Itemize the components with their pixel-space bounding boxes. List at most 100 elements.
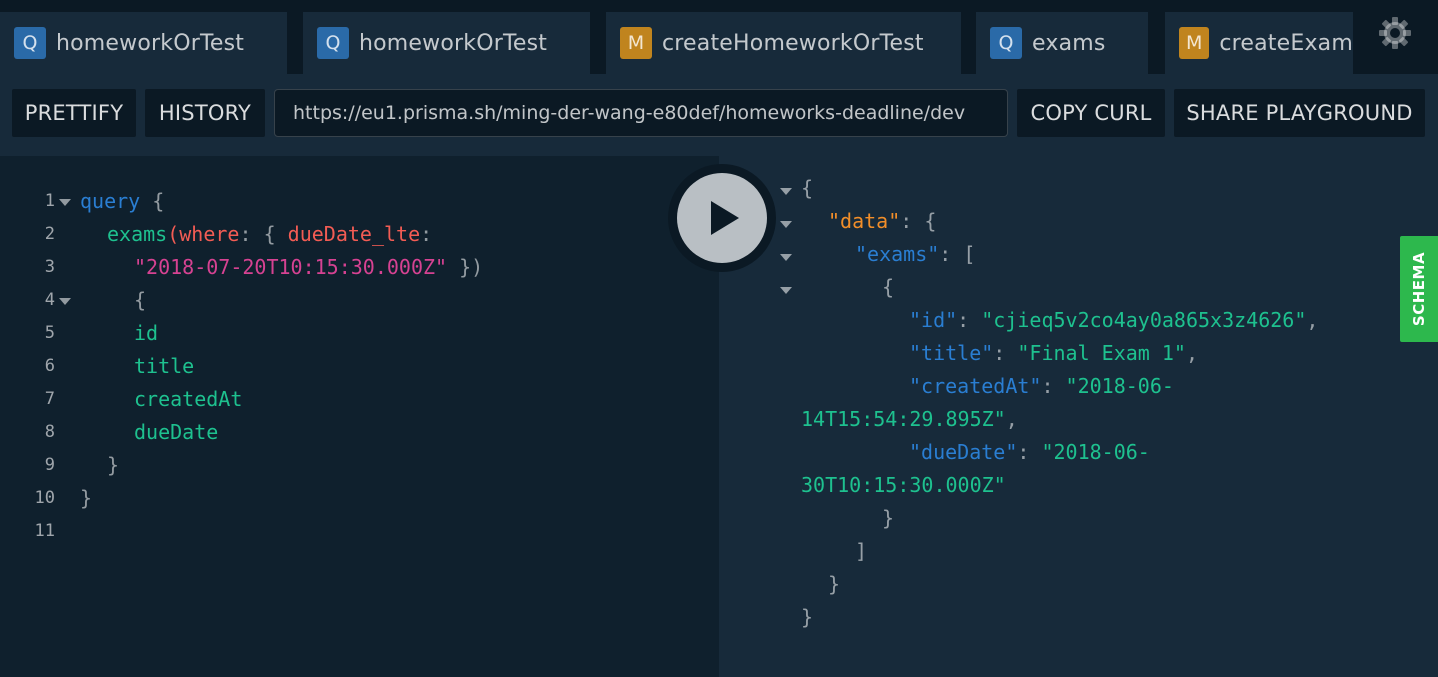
punctuation: :	[1041, 374, 1066, 398]
copy-curl-button[interactable]: COPY CURL	[1017, 89, 1165, 137]
history-button[interactable]: HISTORY	[145, 89, 265, 137]
punctuation: :	[1017, 440, 1042, 464]
string-value: "2018-07-20T10:15:30.000Z"	[134, 255, 448, 279]
fold-arrow-icon[interactable]	[59, 298, 71, 305]
tab-bar: Q homeworkOrTest Q homeworkOrTest M crea…	[0, 0, 1438, 74]
json-brace: {	[801, 176, 814, 200]
line-number: 2	[44, 224, 55, 244]
field-title: title	[134, 354, 195, 378]
line-number: 1	[44, 191, 55, 211]
tab-label: exams	[1032, 30, 1106, 56]
json-key-title: "title"	[909, 341, 994, 365]
json-line-duedate: "dueDate": "2018-06-	[909, 440, 1150, 464]
json-key-id: "id"	[909, 308, 958, 332]
line-number: 9	[44, 455, 55, 475]
code-line: "2018-07-20T10:15:30.000Z" })	[134, 255, 483, 279]
schema-tab[interactable]: SCHEMA	[1400, 236, 1438, 342]
prettify-button[interactable]: PRETTIFY	[12, 89, 136, 137]
tab-homeworkortest-2[interactable]: Q homeworkOrTest	[303, 12, 590, 74]
json-value-duedate: 30T10:15:30.000Z"	[801, 473, 1006, 497]
line-number: 11	[34, 521, 55, 541]
tab-createexam[interactable]: M createExam	[1165, 12, 1353, 74]
field-id: id	[134, 321, 159, 345]
argument-where: where	[179, 222, 240, 246]
fold-arrow-icon[interactable]	[780, 221, 792, 228]
punctuation: :	[993, 341, 1018, 365]
fold-arrow-icon[interactable]	[780, 188, 792, 195]
brace: {	[134, 288, 147, 312]
json-line-duedate-wrap: 30T10:15:30.000Z"	[801, 473, 1006, 497]
json-brace: }	[801, 605, 814, 629]
schema-label: SCHEMA	[1410, 251, 1428, 327]
run-query-button[interactable]	[668, 164, 776, 272]
line-number: 3	[44, 257, 55, 277]
json-brace: }	[882, 506, 895, 530]
code-line: exams(where: { dueDate_lte:	[107, 222, 432, 246]
punctuation: ,	[1185, 341, 1199, 365]
tab-label: createExam	[1219, 30, 1353, 56]
line-number: 7	[44, 389, 55, 409]
tab-label: homeworkOrTest	[359, 30, 548, 56]
json-key-exams: "exams"	[855, 242, 940, 266]
punctuation: : [	[939, 242, 976, 266]
punctuation: :	[420, 222, 433, 246]
tab-label: homeworkOrTest	[56, 30, 245, 56]
json-line-data: "data": {	[828, 209, 936, 233]
query-editor[interactable]: 1 2 3 4 5 6 7 8 9 10 11 query { exams(wh…	[0, 156, 719, 677]
code-line: query {	[80, 189, 164, 213]
punctuation: : {	[239, 222, 288, 246]
query-keyword: query	[80, 189, 141, 213]
brace: }	[80, 486, 93, 510]
json-line-createdat-wrap: 14T15:54:29.895Z",	[801, 407, 1018, 431]
mutation-badge-icon: M	[620, 27, 652, 59]
tab-homeworkortest-1[interactable]: Q homeworkOrTest	[0, 12, 287, 74]
json-value-title: "Final Exam 1"	[1017, 341, 1186, 365]
tab-label: createHomeworkOrTest	[662, 30, 924, 56]
tab-createhomeworkortest[interactable]: M createHomeworkOrTest	[606, 12, 961, 74]
json-value-createdat: "2018-06-	[1065, 374, 1174, 398]
fold-arrow-icon[interactable]	[59, 199, 71, 206]
json-value-duedate: "2018-06-	[1041, 440, 1150, 464]
code-line: {	[134, 288, 146, 312]
json-bracket: ]	[855, 539, 868, 563]
line-number: 10	[34, 488, 55, 508]
settings-gear-icon[interactable]	[1374, 12, 1416, 54]
json-value-id: "cjieq5v2co4ay0a865x3z4626"	[981, 308, 1307, 332]
punctuation: })	[447, 255, 484, 279]
punctuation: :	[957, 308, 982, 332]
query-badge-icon: Q	[14, 27, 46, 59]
json-brace: {	[882, 275, 895, 299]
play-button-face	[677, 173, 767, 263]
endpoint-url-text: https://eu1.prisma.sh/ming-der-wang-e80d…	[293, 102, 966, 124]
json-key-duedate: "dueDate"	[909, 440, 1018, 464]
mutation-badge-icon: M	[1179, 27, 1210, 59]
field-createdat: createdAt	[134, 387, 243, 411]
json-line-id: "id": "cjieq5v2co4ay0a865x3z4626",	[909, 308, 1318, 332]
json-brace: }	[828, 572, 841, 596]
line-number: 6	[44, 356, 55, 376]
line-number: 4	[44, 290, 55, 310]
json-line-exams: "exams": [	[855, 242, 975, 266]
share-playground-button[interactable]: SHARE PLAYGROUND	[1174, 89, 1425, 137]
play-icon	[711, 201, 739, 235]
json-key-data: "data"	[828, 209, 901, 233]
brace: }	[107, 453, 120, 477]
punctuation: ,	[1306, 308, 1319, 332]
fold-arrow-icon[interactable]	[780, 254, 792, 261]
field-exams: exams	[107, 222, 168, 246]
paren: (	[167, 222, 180, 246]
json-line-createdat: "createdAt": "2018-06-	[909, 374, 1174, 398]
line-number: 5	[44, 323, 55, 343]
line-number: 8	[44, 422, 55, 442]
query-badge-icon: Q	[317, 27, 349, 59]
tab-exams[interactable]: Q exams	[976, 12, 1148, 74]
query-badge-icon: Q	[990, 27, 1022, 59]
json-key-createdat: "createdAt"	[909, 374, 1042, 398]
brace: {	[152, 189, 165, 213]
json-line-title: "title": "Final Exam 1",	[909, 341, 1198, 365]
result-pane: { "data": { "exams": [ { "id": "cjieq5v2…	[719, 156, 1438, 677]
endpoint-url-input[interactable]: https://eu1.prisma.sh/ming-der-wang-e80d…	[274, 89, 1268, 137]
fold-arrow-icon[interactable]	[780, 287, 792, 294]
field-duedate: dueDate	[134, 420, 219, 444]
punctuation: ,	[1005, 407, 1018, 431]
